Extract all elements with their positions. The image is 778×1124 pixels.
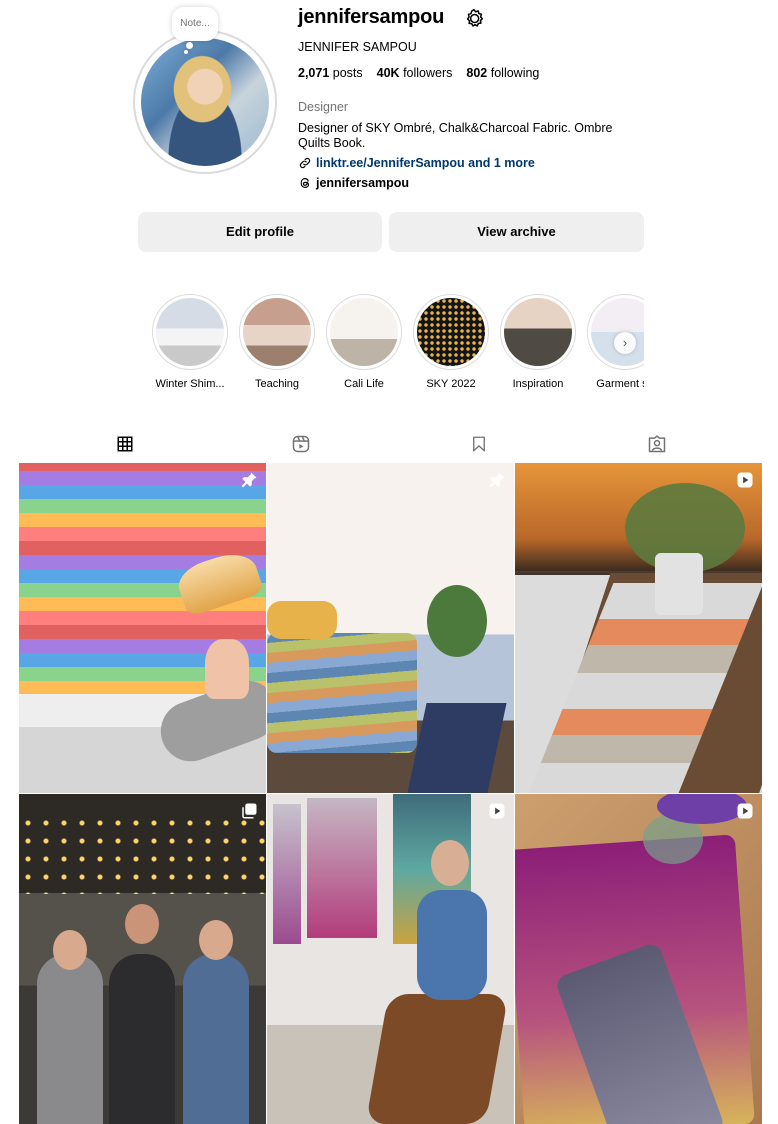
reel-icon [737, 472, 753, 488]
threads-handle[interactable]: jennifersampou [316, 176, 409, 190]
highlight-ring[interactable] [326, 294, 402, 370]
threads-link[interactable]: jennifersampou [298, 176, 409, 190]
post-image-detail [431, 840, 469, 886]
posts-stat: 2,071 posts [298, 66, 363, 80]
highlight-item[interactable]: Winter Shim... [145, 294, 235, 390]
following-label: following [490, 66, 540, 80]
chevron-right-icon: › [622, 335, 628, 350]
post-image-detail [173, 546, 265, 618]
post-tile[interactable] [515, 794, 762, 1124]
reels-icon [292, 435, 310, 453]
highlight-cover [504, 298, 572, 366]
post-image-detail [655, 553, 703, 615]
note-bubble-tail-small [184, 50, 188, 54]
note-bubble-tail [186, 42, 193, 49]
post-image-detail [407, 703, 507, 793]
profile-avatar-ring[interactable] [133, 30, 277, 174]
post-image-detail [307, 798, 377, 938]
highlight-ring[interactable] [152, 294, 228, 370]
threads-icon [300, 178, 310, 188]
highlight-cover [243, 298, 311, 366]
highlight-item[interactable]: Teaching [232, 294, 322, 390]
post-image-detail [417, 890, 487, 1000]
highlight-cover [591, 298, 644, 366]
posts-grid [19, 463, 762, 1124]
highlight-ring[interactable] [587, 294, 644, 370]
pin-icon [489, 472, 505, 488]
post-tile[interactable] [19, 794, 266, 1124]
highlight-label: Teaching [254, 378, 300, 390]
highlight-label: Garment se [596, 378, 644, 390]
tab-posts[interactable] [96, 424, 154, 464]
avatar[interactable] [141, 38, 269, 166]
profile-link-text[interactable]: linktr.ee/JenniferSampou and 1 more [316, 156, 535, 170]
tab-reels[interactable] [272, 424, 330, 464]
profile-full-name: JENNIFER SAMPOU [298, 40, 417, 54]
highlights-next-button[interactable]: › [614, 332, 636, 354]
link-icon [299, 157, 311, 169]
post-image-detail [125, 904, 159, 944]
followers-stat[interactable]: 40K followers [377, 66, 453, 80]
post-tile[interactable] [515, 463, 762, 793]
posts-label: posts [332, 66, 363, 80]
view-archive-button[interactable]: View archive [389, 212, 644, 252]
post-tile[interactable] [267, 463, 514, 793]
post-image-detail [273, 804, 301, 944]
post-image-detail [37, 954, 103, 1124]
pin-icon [241, 472, 257, 488]
highlight-ring[interactable] [239, 294, 315, 370]
post-image-detail [53, 930, 87, 970]
settings-gear-icon[interactable] [464, 8, 484, 28]
highlight-cover [156, 298, 224, 366]
highlight-ring[interactable] [500, 294, 576, 370]
post-image-detail [427, 585, 487, 657]
profile-bio: Designer of SKY Ombré, Chalk&Charcoal Fa… [298, 121, 613, 150]
profile-category: Designer [298, 100, 349, 114]
tab-saved[interactable] [450, 424, 508, 464]
post-image-detail [267, 601, 337, 639]
highlight-item[interactable]: Cali Life [319, 294, 409, 390]
profile-link[interactable]: linktr.ee/JenniferSampou and 1 more [298, 156, 535, 170]
highlight-cover [330, 298, 398, 366]
post-tile[interactable] [19, 463, 266, 793]
highlight-label: Winter Shim... [155, 378, 225, 390]
following-count: 802 [466, 66, 488, 80]
post-tile[interactable] [267, 794, 514, 1124]
followers-count: 40K [376, 66, 400, 80]
tab-tagged[interactable] [628, 424, 686, 464]
note-bubble[interactable]: Note... [172, 7, 218, 41]
saved-icon [473, 436, 485, 452]
post-image-detail [183, 954, 249, 1124]
posts-count: 2,071 [298, 66, 330, 80]
highlight-label: SKY 2022 [426, 378, 476, 390]
highlight-cover [417, 298, 485, 366]
edit-profile-button[interactable]: Edit profile [138, 212, 382, 252]
story-highlights: Winter Shim... Teaching Cali Life SKY 20… [140, 294, 644, 404]
post-image-detail [205, 639, 249, 699]
carousel-icon [242, 803, 257, 819]
profile-username: jennifersampou [298, 6, 445, 28]
post-image-detail [199, 920, 233, 960]
highlight-item[interactable]: Inspiration [493, 294, 583, 390]
reel-icon [737, 803, 753, 819]
profile-stats: 2,071 posts 40K followers 802 following [298, 66, 539, 80]
followers-label: followers [403, 66, 453, 80]
post-image-detail [109, 954, 175, 1124]
highlight-item[interactable]: SKY 2022 [406, 294, 496, 390]
highlight-ring[interactable] [413, 294, 489, 370]
profile-tabs [18, 424, 762, 464]
post-image-detail [365, 994, 509, 1124]
highlight-label: Inspiration [512, 378, 564, 390]
tagged-icon [648, 435, 666, 453]
reel-icon [489, 803, 505, 819]
following-stat[interactable]: 802 following [466, 66, 539, 80]
post-image-detail [267, 633, 417, 753]
post-image-detail [19, 814, 266, 894]
highlight-label: Cali Life [344, 378, 384, 390]
grid-icon [117, 436, 133, 451]
